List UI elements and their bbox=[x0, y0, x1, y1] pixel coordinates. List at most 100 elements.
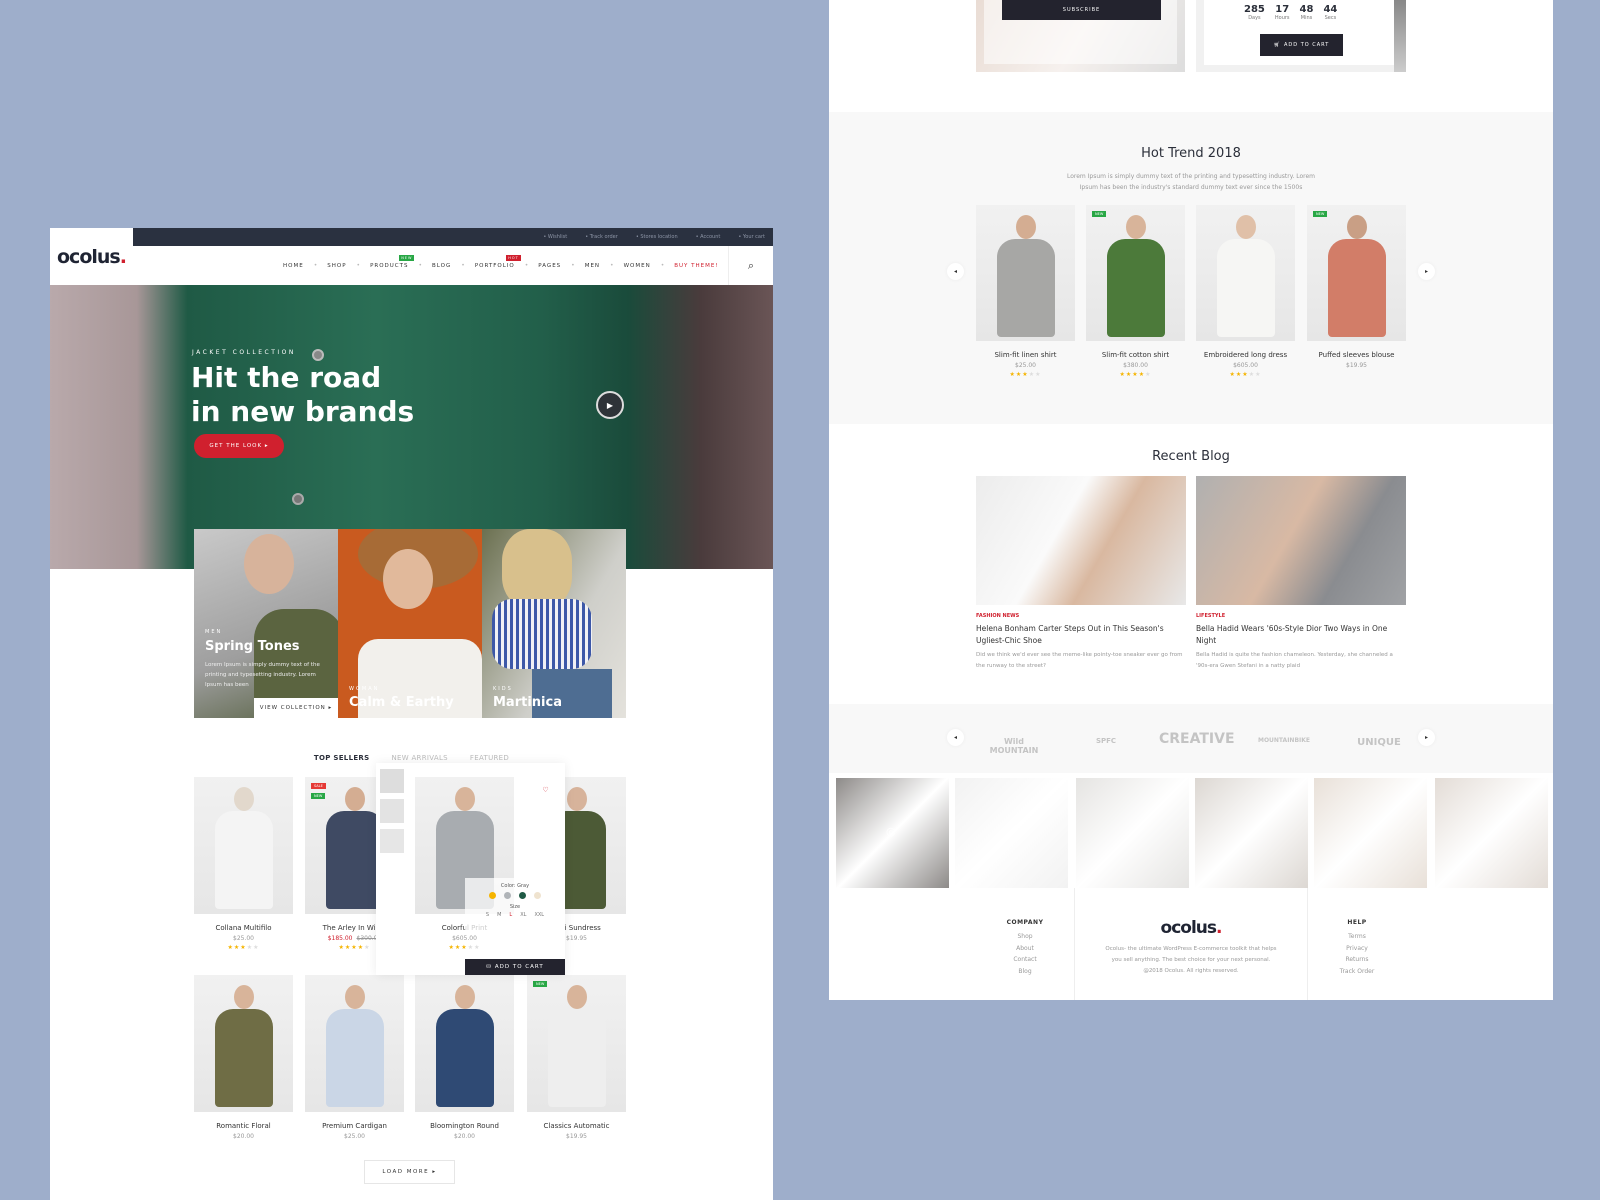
collection-card-woman[interactable]: WOMAN Calm & Earthy bbox=[338, 529, 482, 718]
color-swatch[interactable] bbox=[504, 892, 511, 899]
play-video-button[interactable]: ▶ bbox=[596, 391, 624, 419]
carousel-next-button[interactable]: ▸ bbox=[1418, 263, 1435, 280]
topbar-link[interactable]: • Track order bbox=[585, 234, 618, 240]
product-card[interactable]: Slim-fit linen shirt $25.00 ★★★★★ bbox=[976, 205, 1075, 378]
brand-logo[interactable]: CREATIVE bbox=[1159, 731, 1235, 747]
product-image[interactable]: NEW bbox=[1086, 205, 1185, 341]
nav-item-home[interactable]: HOME bbox=[283, 263, 304, 269]
product-name[interactable]: Romantic Floral bbox=[194, 1122, 293, 1130]
nav-item-products[interactable]: PRODUCTS NEW bbox=[370, 254, 415, 269]
nav-item-pages[interactable]: PAGES bbox=[538, 263, 561, 269]
instagram-photo[interactable] bbox=[1435, 778, 1548, 888]
thumbnail[interactable] bbox=[380, 799, 404, 823]
tab-featured[interactable]: FEATURED bbox=[470, 754, 509, 762]
topbar-link[interactable]: • Account bbox=[696, 234, 721, 240]
topbar-link[interactable]: • Your cart bbox=[738, 234, 765, 240]
brand-logo[interactable]: MOUNTAINBIKE bbox=[1249, 737, 1319, 744]
product-card[interactable]: NEW Slim-fit cotton shirt $380.00 ★★★★★ bbox=[1086, 205, 1185, 378]
size-option[interactable]: XL bbox=[520, 912, 526, 918]
view-collection-button[interactable]: VIEW COLLECTION ▸ bbox=[254, 698, 338, 718]
product-image[interactable] bbox=[415, 975, 514, 1112]
get-the-look-button[interactable]: GET THE LOOK ▸ bbox=[194, 434, 284, 458]
footer-link[interactable]: Shop bbox=[975, 931, 1075, 943]
product-name[interactable]: Puffed sleeves blouse bbox=[1307, 351, 1406, 359]
product-image[interactable] bbox=[194, 975, 293, 1112]
nav-item-women[interactable]: WOMEN bbox=[624, 263, 651, 269]
load-more-button[interactable]: LOAD MORE ▸ bbox=[364, 1160, 455, 1184]
product-card[interactable]: Romantic Floral $20.00 bbox=[194, 975, 293, 1140]
size-option[interactable]: L bbox=[509, 912, 512, 918]
topbar-link[interactable]: • Wishlist bbox=[543, 234, 567, 240]
footer-link[interactable]: Blog bbox=[975, 966, 1075, 978]
product-name[interactable]: Embroidered long dress bbox=[1196, 351, 1295, 359]
brand-logo[interactable]: UNIQUE bbox=[1344, 737, 1414, 748]
size-option[interactable]: M bbox=[497, 912, 501, 918]
nav-item-portfolio[interactable]: PORTFOLIO HOT bbox=[475, 254, 521, 269]
collection-card-kids[interactable]: KIDS Martinica bbox=[482, 529, 626, 718]
brands-next-button[interactable]: ▸ bbox=[1418, 729, 1435, 746]
thumbnail[interactable] bbox=[380, 769, 404, 793]
collection-card-men[interactable]: MEN Spring Tones Lorem Ipsum is simply d… bbox=[194, 529, 338, 718]
thumbnail[interactable] bbox=[380, 829, 404, 853]
nav-item-buy-theme-[interactable]: BUY THEME! bbox=[674, 263, 718, 269]
topbar-link[interactable]: • Stores location bbox=[636, 234, 678, 240]
color-swatch[interactable] bbox=[519, 892, 526, 899]
footer-link[interactable]: Privacy bbox=[1307, 943, 1407, 955]
instagram-photo[interactable]: ◎ bbox=[836, 778, 949, 888]
blog-image[interactable] bbox=[976, 476, 1186, 605]
product-name[interactable]: Classics Automatic bbox=[527, 1122, 626, 1130]
product-image[interactable]: NEW bbox=[1307, 205, 1406, 341]
size-option[interactable]: XXL bbox=[534, 912, 544, 918]
product-image[interactable] bbox=[976, 205, 1075, 341]
carousel-prev-button[interactable]: ◂ bbox=[947, 263, 964, 280]
product-card[interactable]: NEW Classics Automatic $19.95 bbox=[527, 975, 626, 1140]
footer-logo[interactable]: ocolus. bbox=[1075, 918, 1307, 938]
footer-link[interactable]: Contact bbox=[975, 954, 1075, 966]
nav-item-blog[interactable]: BLOG bbox=[432, 263, 451, 269]
tab-new-arrivals[interactable]: NEW ARRIVALS bbox=[391, 754, 447, 762]
brand-logo[interactable]: SPFC bbox=[1071, 737, 1141, 745]
add-to-cart-button[interactable]: ⛁ ADD TO CART bbox=[465, 959, 565, 975]
footer-link[interactable]: Terms bbox=[1307, 931, 1407, 943]
footer-link[interactable]: Track Order bbox=[1307, 966, 1407, 978]
brands-prev-button[interactable]: ◂ bbox=[947, 729, 964, 746]
size-option[interactable]: S bbox=[486, 912, 489, 918]
instagram-photo[interactable] bbox=[1314, 778, 1427, 888]
blog-post[interactable]: LIFESTYLE Bella Hadid Wears '60s-Style Di… bbox=[1196, 476, 1406, 672]
instagram-photo[interactable] bbox=[955, 778, 1068, 888]
blog-post[interactable]: FASHION NEWS Helena Bonham Carter Steps O… bbox=[976, 476, 1186, 672]
product-name[interactable]: Collana Multifilo bbox=[194, 924, 293, 932]
footer-link[interactable]: Returns bbox=[1307, 954, 1407, 966]
product-image[interactable] bbox=[194, 777, 293, 914]
product-image[interactable] bbox=[305, 975, 404, 1112]
blog-image[interactable] bbox=[1196, 476, 1406, 605]
add-to-cart-button[interactable]: 🛒︎ ADD TO CART bbox=[1260, 34, 1343, 56]
subscribe-button[interactable]: SUBSCRIBE bbox=[1002, 0, 1161, 20]
brand-logo[interactable]: Wild MOUNTAIN bbox=[979, 737, 1049, 755]
wishlist-button[interactable]: ♡ bbox=[538, 782, 553, 797]
product-card[interactable]: Collana Multifilo $25.00 ★★★★★ bbox=[194, 777, 293, 951]
product-name[interactable]: Slim-fit cotton shirt bbox=[1086, 351, 1185, 359]
blog-category[interactable]: FASHION NEWS bbox=[976, 613, 1186, 619]
color-swatch[interactable] bbox=[489, 892, 496, 899]
nav-item-shop[interactable]: SHOP bbox=[327, 263, 346, 269]
logo[interactable]: ocolus. bbox=[50, 228, 133, 285]
nav-item-men[interactable]: MEN bbox=[585, 263, 600, 269]
blog-category[interactable]: LIFESTYLE bbox=[1196, 613, 1406, 619]
product-card[interactable]: NEW Puffed sleeves blouse $19.95 bbox=[1307, 205, 1406, 369]
product-name[interactable]: Bloomington Round bbox=[415, 1122, 514, 1130]
footer-link[interactable]: About bbox=[975, 943, 1075, 955]
instagram-photo[interactable] bbox=[1076, 778, 1189, 888]
product-card[interactable]: Premium Cardigan $25.00 bbox=[305, 975, 404, 1140]
product-name[interactable]: Premium Cardigan bbox=[305, 1122, 404, 1130]
product-image[interactable]: NEW bbox=[527, 975, 626, 1112]
search-button[interactable]: ⌕ bbox=[728, 246, 773, 285]
instagram-photo[interactable] bbox=[1195, 778, 1308, 888]
blog-title[interactable]: Helena Bonham Carter Steps Out in This S… bbox=[976, 623, 1186, 647]
product-name[interactable]: Slim-fit linen shirt bbox=[976, 351, 1075, 359]
tab-top-sellers[interactable]: TOP SELLERS bbox=[314, 754, 370, 762]
blog-title[interactable]: Bella Hadid Wears '60s-Style Dior Two Wa… bbox=[1196, 623, 1406, 647]
color-swatch[interactable] bbox=[534, 892, 541, 899]
product-image[interactable] bbox=[1196, 205, 1295, 341]
product-card[interactable]: Embroidered long dress $605.00 ★★★★★ bbox=[1196, 205, 1295, 378]
